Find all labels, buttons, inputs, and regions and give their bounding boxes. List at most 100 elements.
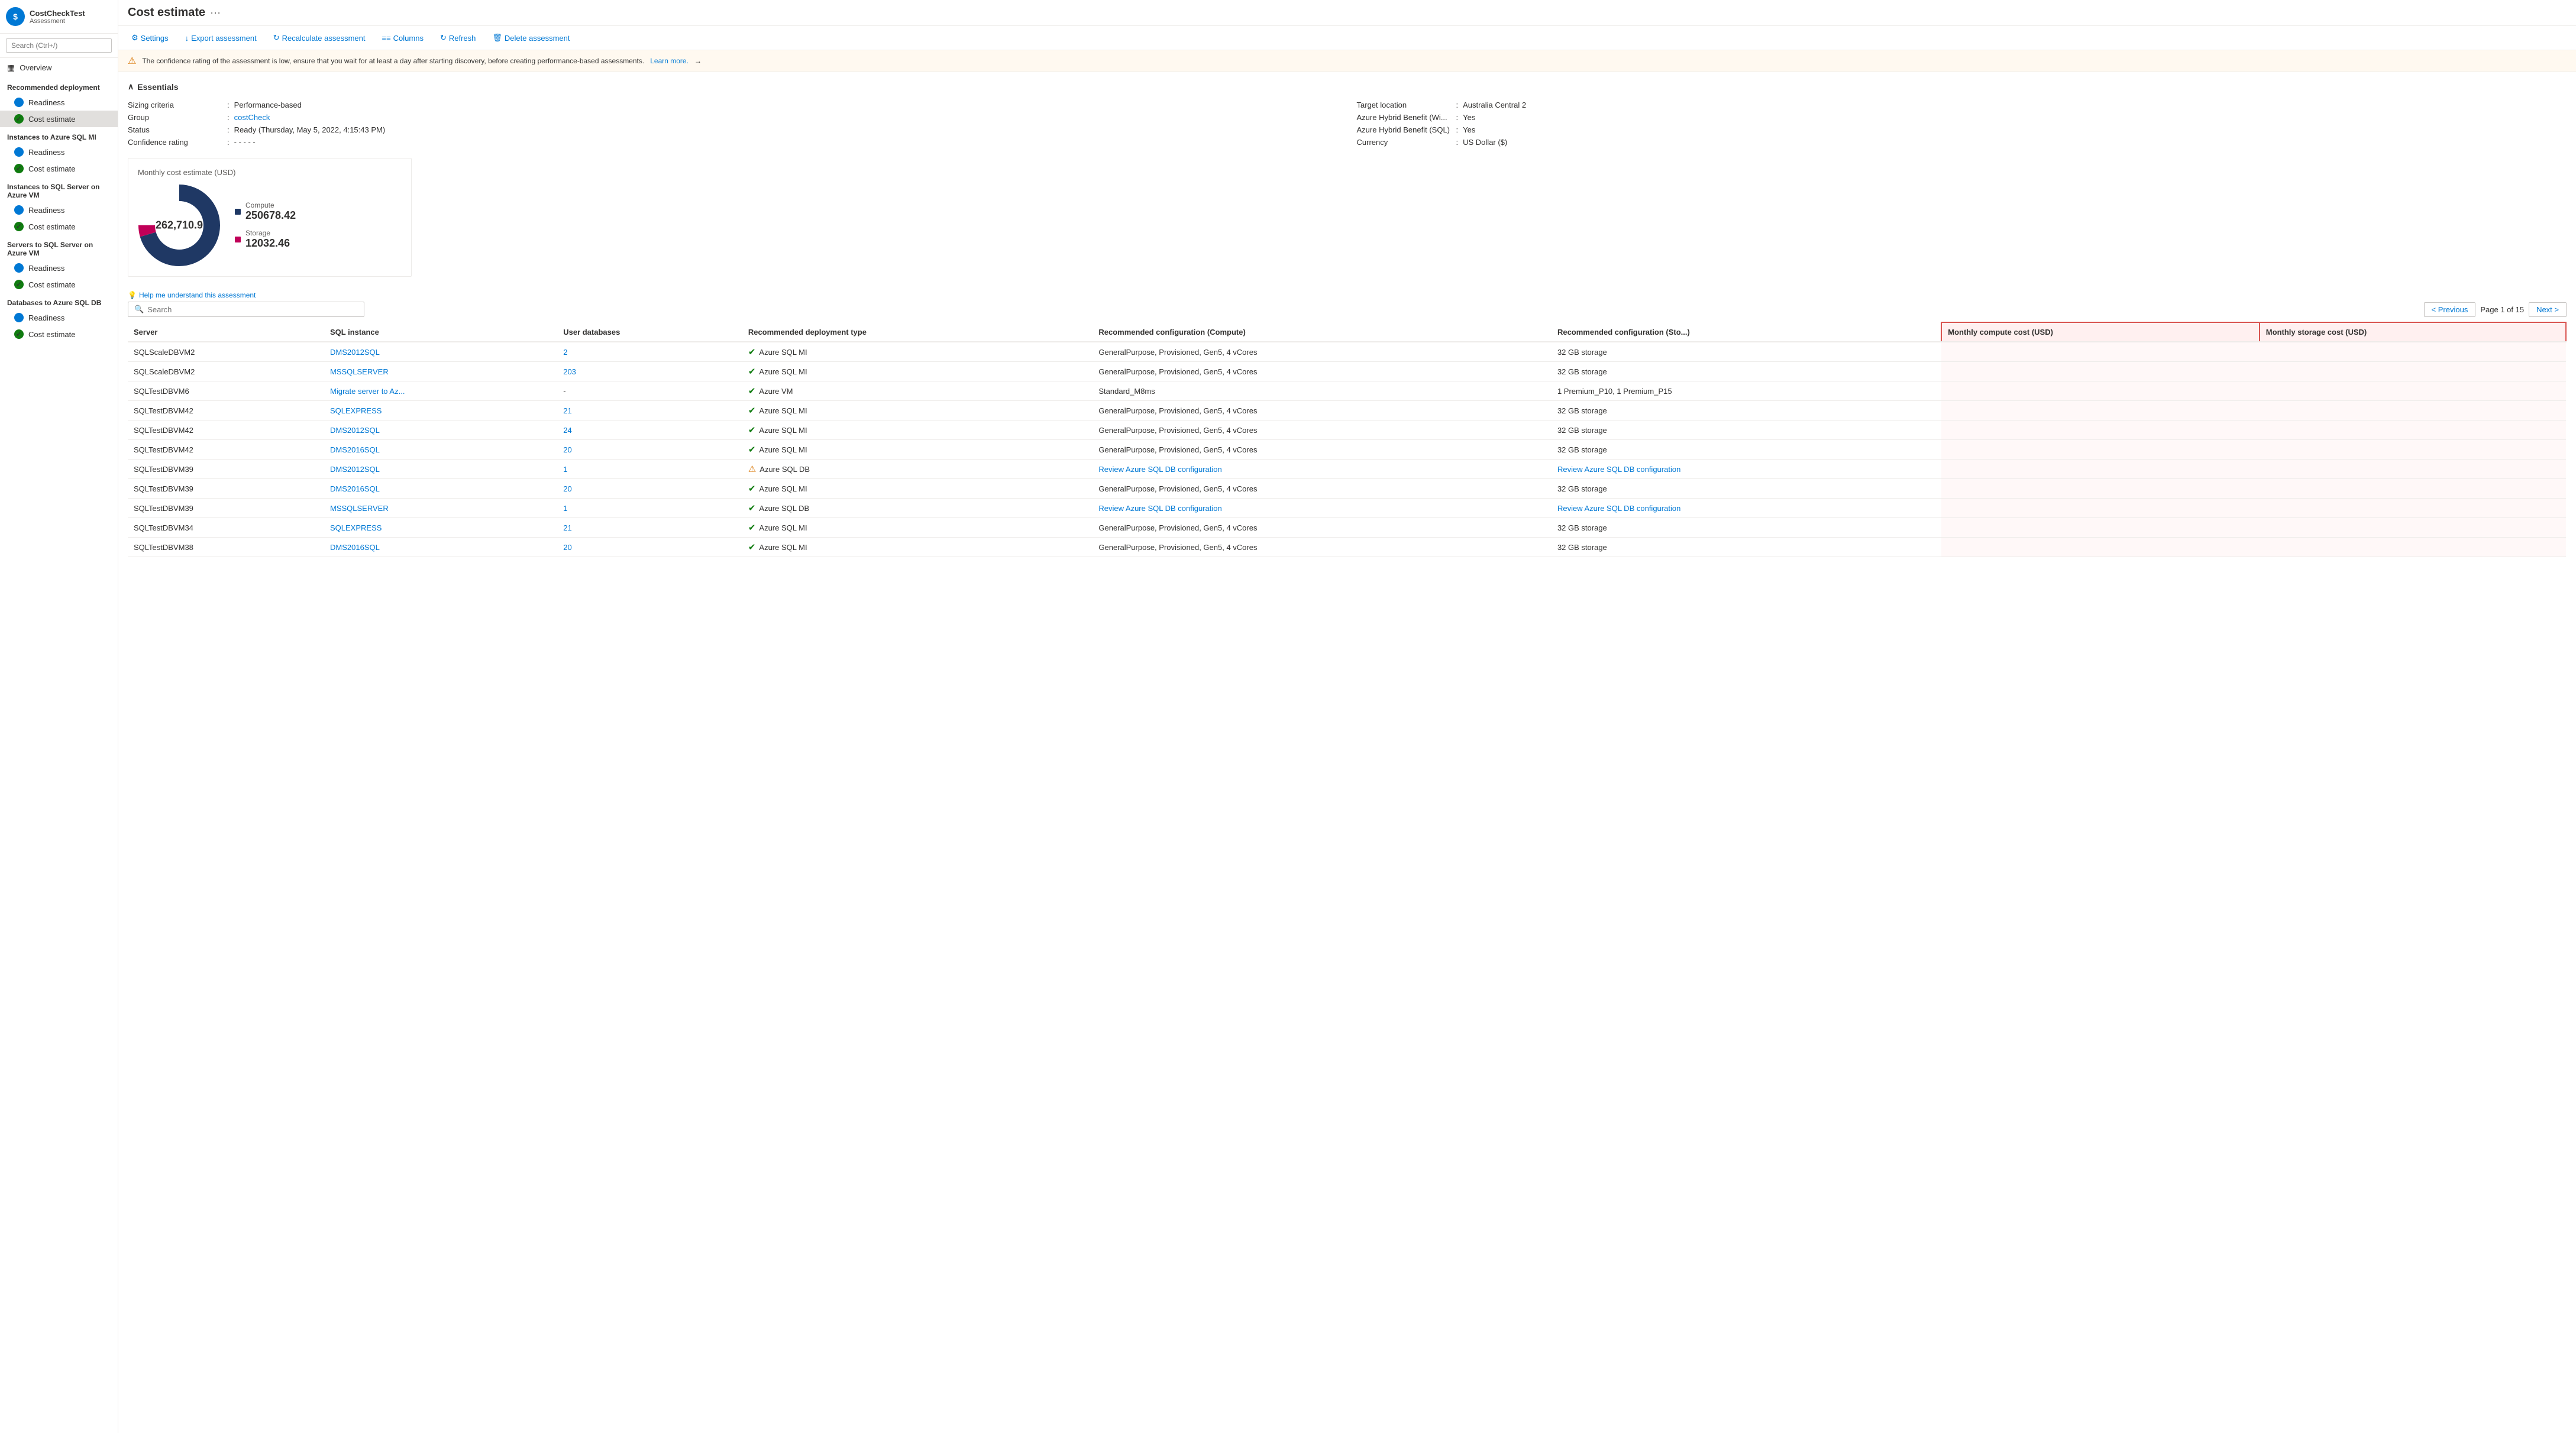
cell-monthly-compute (1941, 460, 2260, 479)
user-databases-link[interactable]: 2 (563, 348, 567, 357)
compute-config-value: Standard_M8ms (1098, 387, 1155, 396)
sidebar-item-cost-servers[interactable]: ✓ Cost estimate (0, 276, 118, 293)
cell-user-databases: 21 (557, 518, 742, 538)
th-user-databases: User databases (557, 322, 742, 342)
cell-monthly-compute (1941, 420, 2260, 440)
next-button[interactable]: Next > (2529, 302, 2567, 317)
cell-storage-config: 32 GB storage (1552, 538, 1941, 557)
previous-button[interactable]: < Previous (2424, 302, 2476, 317)
user-databases-link[interactable]: 203 (563, 367, 576, 376)
sidebar-item-cost-db[interactable]: ✓ Cost estimate (0, 326, 118, 342)
group-link[interactable]: costCheck (234, 113, 270, 122)
settings-button[interactable]: ⚙ Settings (128, 31, 172, 45)
storage-config-value: 32 GB storage (1557, 348, 1607, 357)
cell-deployment-type: ✔ Azure SQL MI (742, 440, 1093, 460)
sql-instance-link[interactable]: MSSQLSERVER (330, 367, 389, 376)
deployment-type-label: Azure SQL DB (759, 504, 809, 513)
cost-dot-vm: ✓ (14, 222, 24, 231)
user-databases-link[interactable]: 1 (563, 504, 567, 513)
user-databases-link[interactable]: 21 (563, 523, 571, 532)
compute-config-link[interactable]: Review Azure SQL DB configuration (1098, 465, 1221, 474)
user-databases-link[interactable]: 24 (563, 426, 571, 435)
sql-instance-link[interactable]: Migrate server to Az... (330, 387, 405, 396)
help-link[interactable]: 💡 Help me understand this assessment (128, 291, 2567, 299)
search-input[interactable] (6, 38, 112, 53)
sql-instance-link[interactable]: DMS2012SQL (330, 465, 380, 474)
sql-instance-link[interactable]: MSSQLSERVER (330, 504, 389, 513)
recalculate-button[interactable]: ↻ Recalculate assessment (270, 31, 369, 45)
user-databases-link[interactable]: 20 (563, 543, 571, 552)
essentials-grid: Sizing criteria : Performance-based Grou… (128, 99, 2567, 148)
refresh-label: Refresh (449, 34, 476, 43)
sql-instance-link[interactable]: SQLEXPRESS (330, 523, 382, 532)
essentials-row-hybridwi: Azure Hybrid Benefit (Wi... : Yes (1357, 111, 2567, 124)
deploy-status-icon: ✔ (748, 405, 756, 416)
cell-sql-instance: Migrate server to Az... (324, 381, 557, 401)
sidebar-item-readiness-recommended[interactable]: Readiness (0, 94, 118, 111)
columns-button[interactable]: ≡≡ Columns (379, 31, 427, 45)
sidebar-item-cost-recommended[interactable]: ✓ Cost estimate (0, 111, 118, 127)
table-row: SQLTestDBVM42 DMS2012SQL 24 ✔ Azure SQL … (128, 420, 2566, 440)
sidebar-item-readiness-vm[interactable]: Readiness (0, 202, 118, 218)
colon-confidence: : (227, 138, 230, 147)
readiness-dot-mi (14, 147, 24, 157)
sql-instance-link[interactable]: DMS2012SQL (330, 348, 380, 357)
essentials-header[interactable]: ∧ Essentials (128, 82, 2567, 92)
sidebar-item-readiness-servers[interactable]: Readiness (0, 260, 118, 276)
alert-learn-more[interactable]: Learn more. (650, 57, 689, 65)
section-title-db: Databases to Azure SQL DB (0, 293, 118, 309)
donut-center-value: 262,710.9 (156, 219, 203, 232)
help-link-text: Help me understand this assessment (139, 291, 256, 299)
sidebar-item-cost-mi[interactable]: ✓ Cost estimate (0, 160, 118, 177)
search-area (0, 34, 118, 58)
table-wrapper: Server SQL instance User databases Recom… (128, 322, 2567, 557)
compute-config-link[interactable]: Review Azure SQL DB configuration (1098, 504, 1221, 513)
readiness-dot-vm (14, 205, 24, 215)
pagination: < Previous Page 1 of 15 Next > (2424, 302, 2567, 317)
sql-instance-link[interactable]: DMS2012SQL (330, 426, 380, 435)
cell-compute-config: GeneralPurpose, Provisioned, Gen5, 4 vCo… (1093, 420, 1552, 440)
sidebar-item-readiness-mi[interactable]: Readiness (0, 144, 118, 160)
essentials-right: Target location : Australia Central 2 Az… (1357, 99, 2567, 148)
legend-storage: Storage 12032.46 (235, 229, 296, 250)
cell-sql-instance: DMS2012SQL (324, 420, 557, 440)
cell-compute-config: GeneralPurpose, Provisioned, Gen5, 4 vCo… (1093, 362, 1552, 381)
sql-instance-link[interactable]: DMS2016SQL (330, 484, 380, 493)
user-databases-link[interactable]: 21 (563, 406, 571, 415)
sql-instance-link[interactable]: DMS2016SQL (330, 543, 380, 552)
cell-compute-config: GeneralPurpose, Provisioned, Gen5, 4 vCo… (1093, 518, 1552, 538)
user-databases-link[interactable]: 1 (563, 465, 567, 474)
deployment-type-label: Azure SQL MI (759, 348, 807, 357)
cell-user-databases: 24 (557, 420, 742, 440)
cell-compute-config: GeneralPurpose, Provisioned, Gen5, 4 vCo… (1093, 479, 1552, 499)
storage-config-link[interactable]: Review Azure SQL DB configuration (1557, 504, 1680, 513)
table-search-input[interactable] (147, 305, 358, 314)
essentials-row-status: Status : Ready (Thursday, May 5, 2022, 4… (128, 124, 1338, 136)
essentials-label-group: Group (128, 113, 222, 122)
storage-config-link[interactable]: Review Azure SQL DB configuration (1557, 465, 1680, 474)
essentials-value-confidence: - - - - - (234, 138, 256, 147)
sidebar-item-readiness-db[interactable]: Readiness (0, 309, 118, 326)
user-databases-link[interactable]: 20 (563, 484, 571, 493)
storage-config-value: 32 GB storage (1557, 445, 1607, 454)
cell-storage-config: Review Azure SQL DB configuration (1552, 499, 1941, 518)
export-button[interactable]: ↓ Export assessment (182, 31, 260, 45)
cost-dot-servers: ✓ (14, 280, 24, 289)
sql-instance-link[interactable]: DMS2016SQL (330, 445, 380, 454)
deploy-status-icon: ✔ (748, 444, 756, 455)
cell-user-databases: 21 (557, 401, 742, 420)
sql-instance-link[interactable]: SQLEXPRESS (330, 406, 382, 415)
help-icon: 💡 (128, 291, 137, 299)
user-databases-link[interactable]: 20 (563, 445, 571, 454)
more-icon[interactable]: ··· (210, 7, 221, 19)
cell-sql-instance: DMS2016SQL (324, 440, 557, 460)
readiness-dot-db (14, 313, 24, 322)
deploy-status-icon: ✔ (748, 483, 756, 494)
delete-button[interactable]: 🗑 Delete assessment (489, 31, 573, 45)
sidebar-item-cost-vm[interactable]: ✓ Cost estimate (0, 218, 118, 235)
sidebar-item-overview[interactable]: ▦ Overview (0, 58, 118, 77)
main-header: Cost estimate ··· (118, 0, 2576, 26)
cost-label-db: Cost estimate (28, 330, 75, 339)
cell-user-databases: 1 (557, 499, 742, 518)
refresh-button[interactable]: ↻ Refresh (437, 31, 479, 45)
